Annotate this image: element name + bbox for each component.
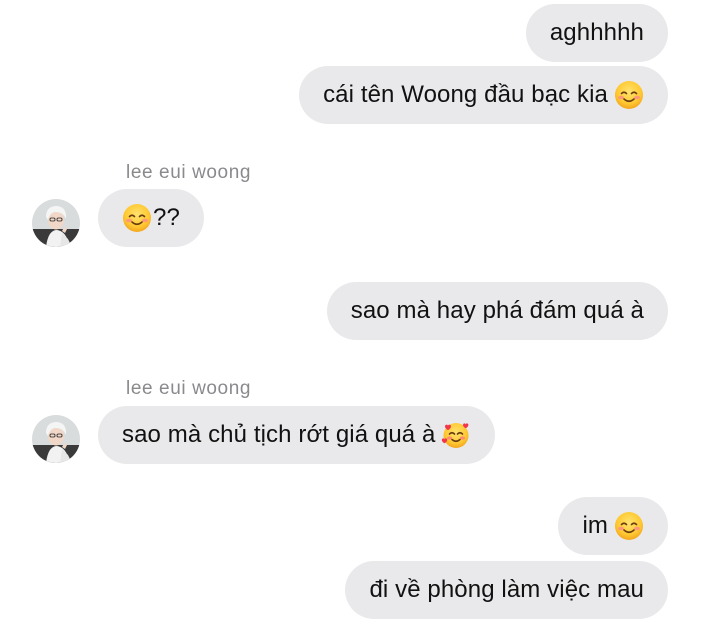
outgoing-message-bubble[interactable]: im bbox=[558, 497, 668, 555]
outgoing-message-bubble[interactable]: aghhhhh bbox=[525, 4, 668, 62]
sender-name: lee eui woong bbox=[126, 378, 252, 399]
message-text: sao mà chủ tịch rớt giá quá à bbox=[122, 421, 436, 448]
outgoing-message-bubble[interactable]: đi về phòng làm việc mau bbox=[345, 561, 668, 619]
smiling-face-emoji-icon bbox=[122, 203, 152, 233]
smiling-face-emoji-icon bbox=[614, 80, 644, 110]
sender-name: lee eui woong bbox=[126, 162, 252, 183]
message-text: im bbox=[582, 512, 608, 539]
incoming-message-bubble[interactable]: ?? bbox=[98, 189, 204, 247]
message-text: đi về phòng làm việc mau bbox=[369, 576, 644, 603]
smiling-face-with-hearts-emoji-icon bbox=[441, 420, 471, 450]
message-text: sao mà hay phá đám quá à bbox=[350, 297, 644, 324]
avatar[interactable] bbox=[32, 199, 80, 247]
incoming-message-bubble[interactable]: sao mà chủ tịch rớt giá quá à bbox=[98, 406, 496, 464]
message-text: ?? bbox=[153, 204, 180, 231]
message-text: aghhhhh bbox=[549, 19, 644, 46]
outgoing-message-bubble[interactable]: cái tên Woong đầu bạc kia bbox=[299, 66, 668, 124]
avatar[interactable] bbox=[32, 415, 80, 463]
outgoing-message-bubble[interactable]: sao mà hay phá đám quá à bbox=[326, 282, 668, 340]
smiling-face-emoji-icon bbox=[614, 511, 644, 541]
message-text: cái tên Woong đầu bạc kia bbox=[323, 81, 608, 108]
